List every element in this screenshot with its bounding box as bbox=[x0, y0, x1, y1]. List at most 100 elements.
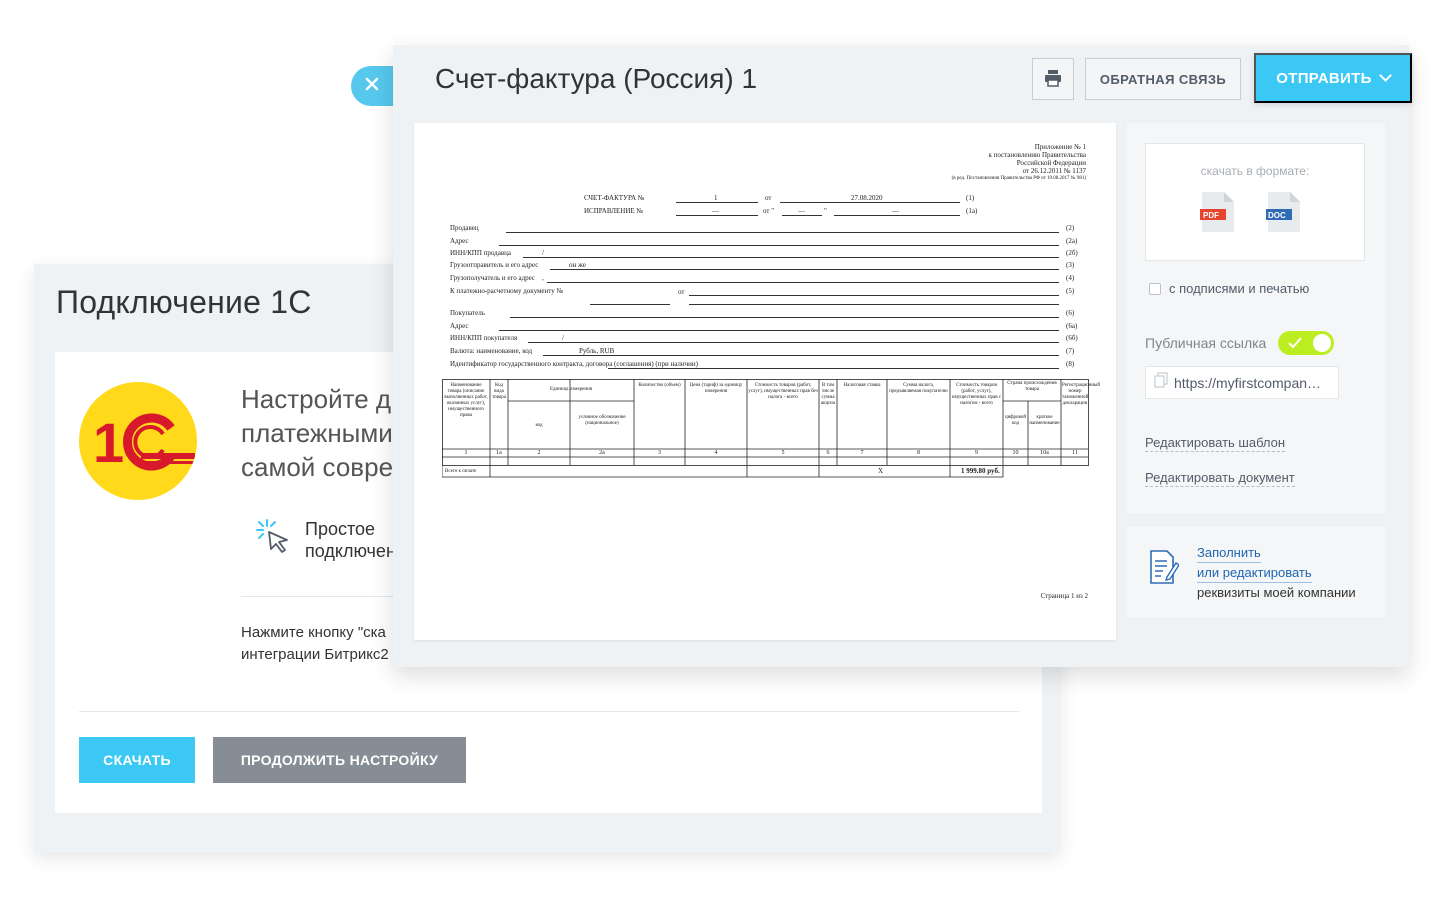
doc-table-cell: Регистрационный номер таможенной деклара… bbox=[1062, 383, 1101, 406]
doc-field-line bbox=[689, 304, 1059, 305]
download-button[interactable]: СКАЧАТЬ bbox=[79, 737, 195, 783]
doc-table-cell: Единица измерения bbox=[549, 387, 593, 392]
doc-correction-from: от " bbox=[763, 207, 775, 215]
doc-field-line bbox=[608, 368, 1059, 369]
doc-table-cell: код bbox=[535, 423, 543, 428]
document-preview[interactable]: Приложение № 1 к постановлению Правитель… bbox=[414, 123, 1116, 640]
send-button[interactable]: ОТПРАВИТЬ bbox=[1254, 53, 1412, 103]
doc-field-line bbox=[590, 304, 670, 305]
public-link-row: Публичная ссылка bbox=[1145, 331, 1335, 355]
doc-total-x: Х bbox=[878, 467, 884, 475]
doc-correction-label: ИСПРАВЛЕНИЕ № bbox=[584, 207, 644, 215]
doc-invoice-from: от bbox=[765, 194, 772, 202]
doc-table-cell: Стоимость товаров (работ, услуг), имущес… bbox=[951, 383, 1002, 406]
doc-field-label: Грузоотправитель и его адрес bbox=[450, 261, 539, 269]
doc-field-label: Адрес bbox=[450, 322, 469, 330]
doc-field-code: (4) bbox=[1066, 274, 1075, 282]
doc-field-line bbox=[499, 245, 1059, 246]
public-link-toggle[interactable] bbox=[1278, 331, 1335, 355]
doc-table-cell: Сумма налога, предъявляемая покупателю bbox=[889, 383, 948, 394]
download-format-box: скачать в формате: PDF DOC bbox=[1145, 143, 1365, 261]
doc-field-line bbox=[499, 330, 1059, 331]
doc-field-code: (5) bbox=[1066, 287, 1075, 295]
doc-code: (1а) bbox=[966, 207, 978, 215]
doc-table-cell: 6 bbox=[826, 450, 830, 456]
doc-table-cell: 8 bbox=[917, 450, 920, 456]
doc-field-label: Грузополучатель и его адрес bbox=[450, 274, 536, 282]
edit-document-link[interactable]: Редактировать документ bbox=[1145, 470, 1295, 487]
doc-field-code: (7) bbox=[1066, 347, 1075, 355]
company-details-caption: реквизиты моей компании bbox=[1197, 585, 1356, 600]
doc-table-cell: Наименование товара (описание выполненны… bbox=[444, 383, 488, 418]
doc-invoice-label: СЧЕТ-ФАКТУРА № bbox=[584, 194, 645, 202]
feedback-button[interactable]: ОБРАТНАЯ СВЯЗЬ bbox=[1085, 58, 1241, 100]
doc-field-code: (2б) bbox=[1066, 249, 1078, 257]
signatures-label: с подписями и печатью bbox=[1169, 281, 1310, 296]
doc-field-code: (6б) bbox=[1066, 334, 1078, 342]
doc-table-cell: краткое наименование bbox=[1029, 415, 1060, 426]
check-icon bbox=[1288, 337, 1303, 349]
doc-field-value: / bbox=[562, 334, 564, 342]
doc-label: DOC bbox=[1268, 211, 1286, 220]
doc-table-cell: 7 bbox=[860, 450, 864, 456]
doc-field-code: (2а) bbox=[1066, 237, 1078, 245]
doc-invoice-date: 27.08.2020 bbox=[851, 194, 883, 202]
doc-table-cell: Количество (объем) bbox=[638, 383, 681, 388]
fill-link[interactable]: Заполнить bbox=[1197, 543, 1261, 563]
doc-total-sum: 1 999.80 руб. bbox=[961, 467, 1000, 475]
simple-connection: Простое подключен bbox=[255, 518, 396, 562]
pdf-download[interactable]: PDF bbox=[1200, 192, 1238, 232]
intro-text: Настройте д платежными самой совре bbox=[241, 384, 394, 482]
doc-total-label: Всего к оплате bbox=[445, 469, 477, 474]
company-details-text: Заполнить или редактировать реквизиты мо… bbox=[1197, 543, 1356, 602]
doc-field-label: Адрес bbox=[450, 237, 469, 245]
signatures-option[interactable]: с подписями и печатью bbox=[1149, 281, 1309, 296]
doc-field-line bbox=[549, 269, 1059, 270]
doc-field-line bbox=[547, 282, 1059, 283]
doc-correction-quote: " bbox=[824, 207, 827, 215]
doc-field-code: (6а) bbox=[1066, 322, 1078, 330]
doc-download[interactable]: DOC bbox=[1266, 192, 1304, 232]
doc-field-code: (8) bbox=[1066, 360, 1075, 368]
doc-table-cell: Цена (тариф) за единицу измерения bbox=[689, 383, 743, 394]
instructions-text: Нажмите кнопку "ска интеграции Битрикс2 bbox=[241, 624, 389, 663]
doc-table-cell: В том числе сумма акциза bbox=[820, 383, 836, 406]
doc-field-value: Рубль, RUB bbox=[579, 347, 615, 355]
divider bbox=[79, 711, 1019, 712]
doc-table-cell: Код вида товара bbox=[492, 383, 506, 400]
doc-correction-month: — bbox=[892, 207, 899, 215]
doc-field-from: от bbox=[678, 288, 685, 296]
cursor-click-icon bbox=[255, 518, 293, 561]
public-url: https://myfirstcompan… bbox=[1174, 374, 1322, 391]
doc-table-cell: 11 bbox=[1072, 450, 1078, 456]
doc-table-cell: 4 bbox=[714, 450, 718, 456]
panel-title: Подключение 1С bbox=[56, 284, 312, 320]
doc-table-cell: 1а bbox=[496, 450, 502, 456]
doc-field-value: он же bbox=[569, 261, 586, 269]
doc-field-value: , bbox=[542, 274, 544, 282]
company-details-box: Заполнить или редактировать реквизиты мо… bbox=[1127, 527, 1385, 617]
doc-table-cell: 2а bbox=[599, 450, 605, 456]
close-icon bbox=[365, 77, 379, 96]
edit-link[interactable]: или редактировать bbox=[1197, 563, 1312, 583]
doc-field-label: Идентификатор государственного контракта… bbox=[450, 360, 698, 368]
svg-text:1: 1 bbox=[93, 411, 124, 474]
one-c-logo: 1 bbox=[79, 382, 197, 500]
doc-code: (1) bbox=[966, 194, 975, 202]
invoice-title: Счет-фактура (Россия) 1 bbox=[435, 63, 758, 94]
edit-template-link[interactable]: Редактировать шаблон bbox=[1145, 435, 1286, 452]
print-button[interactable] bbox=[1032, 58, 1074, 100]
continue-setup-button[interactable]: ПРОДОЛЖИТЬ НАСТРОЙКУ bbox=[213, 737, 466, 783]
invoice-sidebar: скачать в формате: PDF DOC с подписями и… bbox=[1127, 123, 1385, 513]
signatures-checkbox[interactable] bbox=[1149, 282, 1161, 295]
public-url-field[interactable]: https://myfirstcompan… bbox=[1145, 366, 1339, 399]
doc-table-cell: 5 bbox=[781, 450, 785, 456]
doc-field-code: (2) bbox=[1066, 224, 1075, 232]
doc-field-line bbox=[689, 295, 1059, 296]
public-link-label: Публичная ссылка bbox=[1145, 335, 1267, 351]
copy-icon[interactable] bbox=[1154, 372, 1168, 393]
doc-field-label: ИНН/КПП продавца bbox=[450, 249, 512, 257]
doc-field-code: (6) bbox=[1066, 309, 1075, 317]
doc-field-line bbox=[523, 257, 1059, 258]
doc-invoice-number: 1 bbox=[714, 194, 718, 202]
